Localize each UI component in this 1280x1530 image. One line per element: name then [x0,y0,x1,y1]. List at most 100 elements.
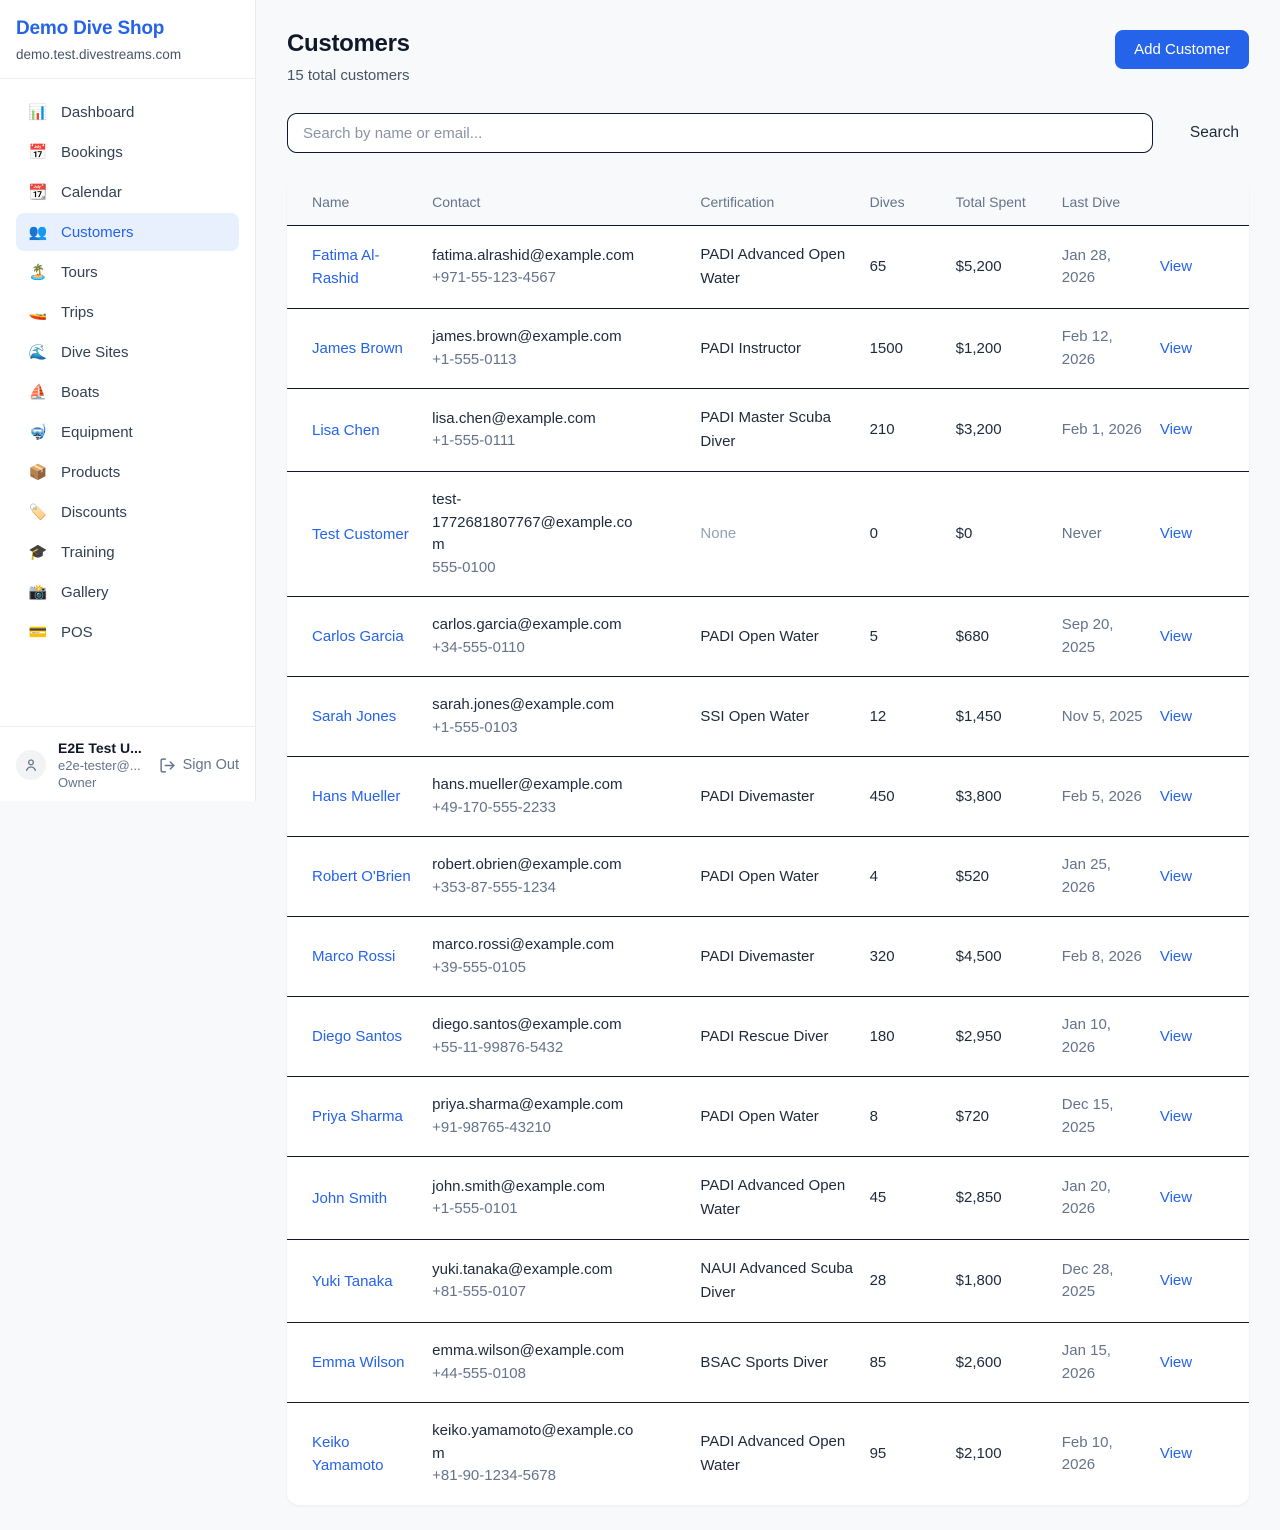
view-customer-link[interactable]: View [1160,948,1192,965]
cell-actions: View [1160,917,1249,997]
add-customer-button[interactable]: Add Customer [1115,30,1249,69]
customer-name-link[interactable]: Marco Rossi [312,945,395,968]
cell-dives: 0 [870,472,956,597]
customer-name-link[interactable]: Sarah Jones [312,705,396,728]
cell-last-dive: Feb 1, 2026 [1062,389,1160,472]
sidebar-item-products[interactable]: 📦Products [16,453,239,491]
sidebar-item-boats[interactable]: ⛵Boats [16,373,239,411]
sidebar-item-label: POS [61,624,93,641]
view-customer-link[interactable]: View [1160,1445,1192,1462]
table-row: Diego Santos diego.santos@example.com+55-… [287,997,1249,1077]
view-customer-link[interactable]: View [1160,708,1192,725]
contact-info: sarah.jones@example.com+1-555-0103 [432,694,640,739]
sidebar-item-dive-sites[interactable]: 🌊Dive Sites [16,333,239,371]
view-customer-link[interactable]: View [1160,628,1192,645]
cell-certification: NAUI Advanced Scuba Diver [700,1240,869,1323]
column-header-actions [1160,179,1249,226]
customer-name-link[interactable]: Lisa Chen [312,419,380,442]
view-customer-link[interactable]: View [1160,258,1192,275]
customer-name-link[interactable]: James Brown [312,337,403,360]
customer-certification: PADI Open Water [700,625,853,649]
cell-name: Emma Wilson [287,1323,432,1403]
view-customer-link[interactable]: View [1160,1108,1192,1125]
shop-name: Demo Dive Shop [16,18,239,40]
sidebar-item-bookings[interactable]: 📅Bookings [16,133,239,171]
cell-name: Hans Mueller [287,757,432,837]
cell-name: Diego Santos [287,997,432,1077]
view-customer-link[interactable]: View [1160,1028,1192,1045]
cell-name: Priya Sharma [287,1077,432,1157]
cell-last-dive: Dec 15, 2025 [1062,1077,1160,1157]
customer-last-dive: Nov 5, 2025 [1062,706,1144,729]
customer-name-link[interactable]: Priya Sharma [312,1105,403,1128]
customer-email: emma.wilson@example.com [432,1340,640,1363]
table-row: Yuki Tanakayuki.tanaka@example.com+81-55… [287,1240,1249,1323]
cell-name: Test Customer [287,472,432,597]
cell-contact: diego.santos@example.com+55-11-99876-543… [432,997,700,1077]
user-footer: E2E Test U... e2e-tester@... Owner Sign … [0,726,255,803]
credit-card-icon: 💳 [28,623,48,641]
customer-name-link[interactable]: Emma Wilson [312,1351,405,1374]
bar-chart-icon: 📊 [28,103,48,121]
view-customer-link[interactable]: View [1160,788,1192,805]
customer-last-dive: Feb 1, 2026 [1062,419,1144,442]
cell-total-spent: $1,200 [956,309,1062,389]
customer-certification: PADI Master Scuba Diver [700,406,853,454]
search-button[interactable]: Search [1180,116,1249,150]
customer-name-link[interactable]: Hans Mueller [312,785,400,808]
customer-name-link[interactable]: Keiko Yamamoto [312,1431,416,1478]
sidebar-item-calendar[interactable]: 📆Calendar [16,173,239,211]
customer-name-link[interactable]: Fatima Al-Rashid [312,244,416,291]
sidebar-item-training[interactable]: 🎓Training [16,533,239,571]
customer-phone: +81-555-0107 [432,1281,640,1304]
sidebar-item-pos[interactable]: 💳 POS [16,613,239,651]
sidebar-item-trips[interactable]: 🚤Trips [16,293,239,331]
column-header-contact: Contact [432,179,700,226]
tear-off-calendar-icon: 📆 [28,183,48,201]
cell-actions: View [1160,677,1249,757]
customers-table-card: Name Contact Certification Dives Total S… [287,179,1249,1505]
customer-certification: None [700,522,853,546]
customer-name-link[interactable]: Yuki Tanaka [312,1270,393,1293]
sidebar-item-label: Customers [61,224,134,241]
view-customer-link[interactable]: View [1160,525,1192,542]
sidebar-item-discounts[interactable]: 🏷️Discounts [16,493,239,531]
sidebar-item-gallery[interactable]: 📸Gallery [16,573,239,611]
sidebar-item-equipment[interactable]: 🤿Equipment [16,413,239,451]
view-customer-link[interactable]: View [1160,1189,1192,1206]
view-customer-link[interactable]: View [1160,421,1192,438]
cell-total-spent: $1,800 [956,1240,1062,1323]
view-customer-link[interactable]: View [1160,1354,1192,1371]
search-row: Search [287,113,1249,153]
cell-name: Yuki Tanaka [287,1240,432,1323]
search-input[interactable] [287,113,1153,153]
customer-email: fatima.alrashid@example.com [432,245,640,268]
sign-out-button[interactable]: Sign Out [159,757,239,774]
customer-name-link[interactable]: Test Customer [312,523,409,546]
sidebar-item-label: Gallery [61,584,109,601]
cell-contact: hans.mueller@example.com+49-170-555-2233 [432,757,700,837]
view-customer-link[interactable]: View [1160,868,1192,885]
user-info: E2E Test U... e2e-tester@... Owner [58,740,147,790]
cell-last-dive: Never [1062,472,1160,597]
cell-actions: View [1160,1157,1249,1240]
contact-info: hans.mueller@example.com+49-170-555-2233 [432,774,640,819]
table-row: Sarah Jones sarah.jones@example.com+1-555… [287,677,1249,757]
table-row: Lisa Chenlisa.chen@example.com+1-555-011… [287,389,1249,472]
sidebar-item-tours[interactable]: 🏝️Tours [16,253,239,291]
table-body: Fatima Al-Rashid fatima.alrashid@example.… [287,226,1249,1505]
view-customer-link[interactable]: View [1160,1272,1192,1289]
view-customer-link[interactable]: View [1160,340,1192,357]
sidebar-item-dashboard[interactable]: 📊Dashboard [16,93,239,131]
customer-email: carlos.garcia@example.com [432,614,640,637]
cell-contact: john.smith@example.com+1-555-0101 [432,1157,700,1240]
customer-name-link[interactable]: Diego Santos [312,1025,402,1048]
customer-last-dive: Feb 5, 2026 [1062,786,1144,809]
customer-name-link[interactable]: Robert O'Brien [312,865,411,888]
cell-actions: View [1160,1323,1249,1403]
customer-name-link[interactable]: Carlos Garcia [312,625,404,648]
customer-last-dive: Jan 28, 2026 [1062,245,1144,290]
customer-name-link[interactable]: John Smith [312,1187,387,1210]
cell-actions: View [1160,997,1249,1077]
sidebar-item-customers[interactable]: 👥Customers [16,213,239,251]
